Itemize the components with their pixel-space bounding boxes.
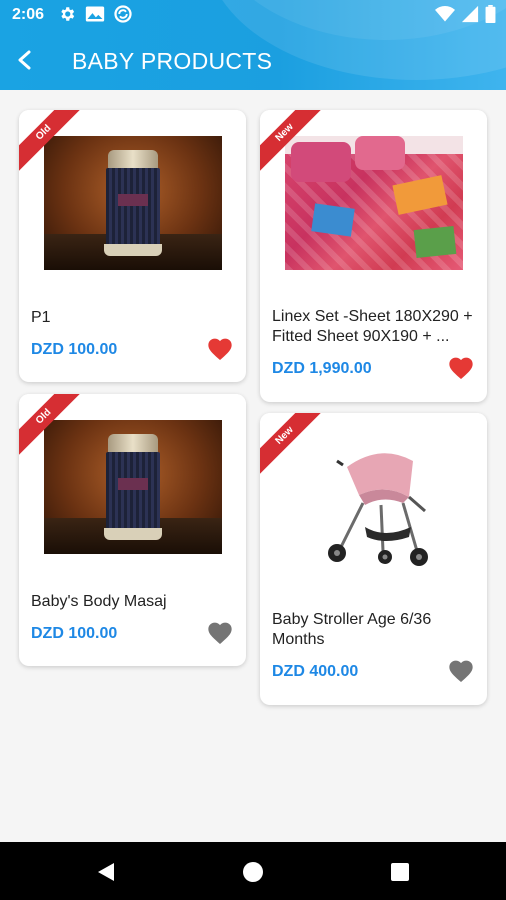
heart-icon — [208, 622, 232, 645]
battery-icon — [485, 5, 496, 23]
product-image-area: Old — [19, 110, 246, 294]
wifi-icon — [435, 6, 455, 22]
favorite-button[interactable] — [447, 354, 475, 380]
nav-back-button[interactable] — [94, 860, 118, 884]
product-price: DZD 100.00 — [31, 625, 118, 642]
product-name: Baby's Body Masaj — [31, 593, 167, 610]
product-card[interactable]: New Linex Set -Sheet 180X290 + Fitted Sh… — [260, 110, 487, 402]
app-bar: BABY PRODUCTS — [0, 30, 506, 90]
product-card[interactable]: Old P1 DZD 100.00 — [19, 110, 246, 382]
status-time: 2:06 — [12, 6, 45, 23]
system-nav-bar — [0, 842, 506, 900]
nav-recents-button[interactable] — [388, 860, 412, 884]
back-button[interactable] — [10, 44, 42, 76]
product-name: Linex Set -Sheet 180X290 + Fitted Sheet … — [272, 308, 473, 345]
product-image — [44, 136, 222, 270]
product-price: DZD 1,990.00 — [272, 360, 372, 377]
triangle-back-icon — [98, 863, 114, 881]
square-recents-icon — [391, 863, 409, 881]
product-image-area: Old — [19, 394, 246, 578]
stroller-image — [328, 453, 428, 566]
product-image-area: New — [260, 110, 487, 294]
nav-home-button[interactable] — [241, 860, 265, 884]
product-image — [285, 136, 463, 270]
product-price: DZD 100.00 — [31, 341, 118, 358]
product-price: DZD 400.00 — [272, 663, 359, 680]
circle-home-icon — [243, 862, 263, 882]
favorite-button[interactable] — [206, 619, 234, 645]
product-image-area: New — [260, 413, 487, 597]
product-image — [44, 420, 222, 554]
heart-icon — [449, 357, 473, 380]
product-name: Baby Stroller Age 6/36 Months — [272, 611, 432, 648]
heart-icon — [208, 338, 232, 361]
product-card[interactable]: New Baby Stroller Age 6/36 Months DZD 40… — [260, 413, 487, 705]
settings-icon — [61, 7, 75, 21]
favorite-button[interactable] — [206, 335, 234, 361]
sync-icon — [114, 5, 132, 23]
favorite-button[interactable] — [447, 657, 475, 683]
page-title: BABY PRODUCTS — [72, 48, 273, 74]
signal-icon — [461, 5, 479, 23]
product-card[interactable]: Old Baby's Body Masaj DZD 100.00 — [19, 394, 246, 666]
product-image — [285, 439, 463, 573]
product-name: P1 — [31, 309, 51, 326]
heart-icon — [449, 660, 473, 683]
arrow-left-icon — [18, 50, 31, 70]
header-area: 2:06 BABY PRODUCTS — [0, 0, 506, 90]
gallery-icon — [85, 6, 105, 22]
status-bar: 2:06 — [0, 0, 506, 30]
